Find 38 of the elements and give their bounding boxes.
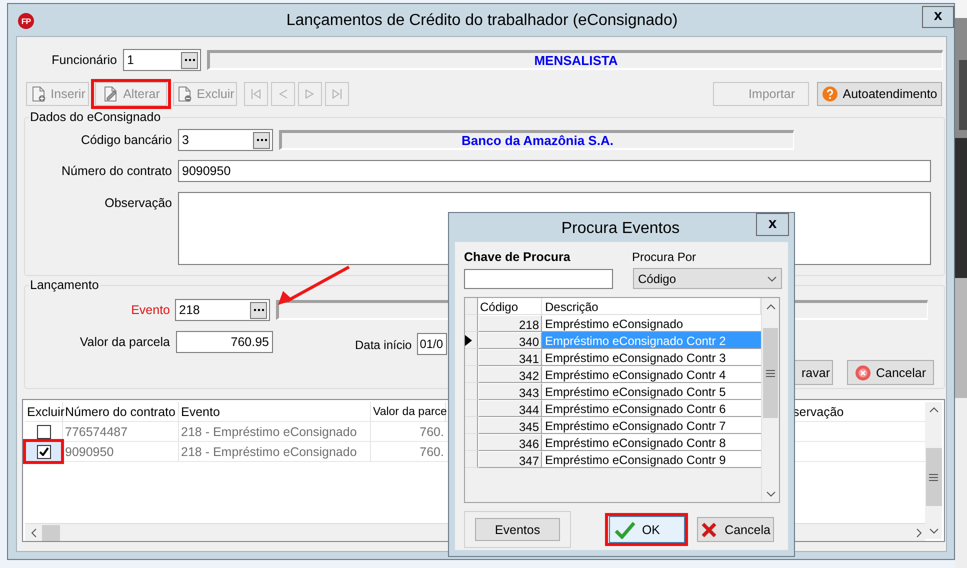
column-header: Excluir (25, 402, 63, 421)
field-label: Procura Por (632, 250, 696, 264)
table-cell: 218 - Empréstimo eConsignado (179, 422, 371, 441)
table-cell: 345 (478, 417, 542, 434)
field-label: Valor da parcela (78, 335, 170, 349)
name-display: Banco da Amazônia S.A. (279, 130, 794, 150)
app-logo: FP (18, 13, 34, 29)
group-title: Dados do eConsignado (29, 110, 162, 124)
field-label: Funcionário (50, 53, 117, 67)
dialog-title: Procura Eventos (560, 220, 681, 238)
table-cell: 344 (478, 400, 542, 417)
table-cell-text: 760. (418, 444, 445, 460)
column-header: Descrição (542, 298, 761, 315)
field-label: Evento (130, 303, 170, 317)
table-cell: 218 (478, 315, 542, 332)
field-label: Chave de Procura (464, 250, 572, 264)
table-cell-text: 760. (418, 424, 445, 440)
column-header: Código (478, 298, 542, 315)
table-cell: 9090950 (63, 442, 179, 461)
field-label: Observação (104, 196, 172, 210)
column-header: Valor da parce (371, 402, 446, 421)
table-cell: 776574487 (63, 422, 179, 441)
name-display: MENSALISTA (207, 50, 943, 70)
column-header: servação (792, 404, 845, 421)
field-label: Data início (355, 338, 412, 352)
table-cell: 342 (478, 366, 542, 383)
group-title: Lançamento (29, 278, 100, 292)
column-header: Número do contrato (63, 402, 179, 421)
column-header: Evento (179, 402, 371, 421)
window-title: Lançamentos de Crédito do trabalhador (eConsignado) (285, 12, 679, 30)
table-cell: 347 (478, 451, 542, 468)
table-cell: 218 - Empréstimo eConsignado (179, 442, 371, 461)
table-cell: 340 (478, 332, 542, 349)
table-cell: 341 (478, 349, 542, 366)
table-cell: 346 (478, 434, 542, 451)
field-label: Código bancário (80, 133, 172, 147)
table-cell: 343 (478, 383, 542, 400)
field-label: Número do contrato (60, 164, 172, 178)
